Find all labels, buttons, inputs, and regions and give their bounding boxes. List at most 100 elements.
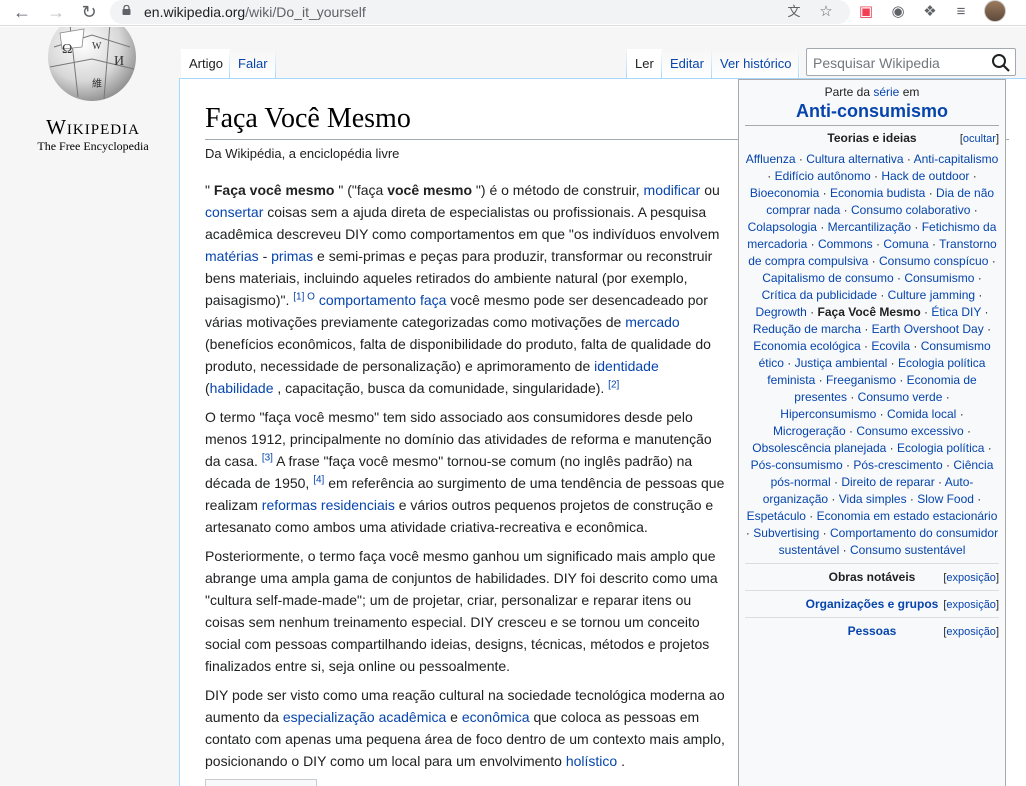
text-run: ou — [700, 182, 720, 198]
sidebar-link[interactable]: Vida simples — [839, 492, 907, 506]
sidebar-section[interactable]: Organizações e grupos [exposição] — [745, 590, 999, 613]
sidebar-link[interactable]: Consumo excessivo — [856, 424, 963, 438]
search-icon[interactable] — [991, 53, 1011, 73]
article-link[interactable]: especialização acadêmica — [283, 709, 446, 725]
tab-separator — [798, 49, 799, 79]
sidebar-link[interactable]: Capitalismo de consumo — [762, 271, 893, 285]
section-label[interactable]: Organizações e grupos — [806, 597, 939, 611]
sidebar-link[interactable]: Mercantilização — [828, 220, 911, 234]
article-link[interactable]: habilidade — [210, 380, 274, 396]
sidebar-link[interactable]: Consumo colaborativo — [851, 203, 970, 217]
article-link[interactable]: primas — [271, 248, 313, 264]
tab-editar[interactable]: Editar — [662, 49, 712, 79]
article-link[interactable]: consertar — [205, 204, 263, 220]
tab-ler[interactable]: Ler — [627, 49, 662, 79]
sidebar-link[interactable]: Affluenza — [746, 152, 796, 166]
show-toggle[interactable]: [exposição] — [943, 569, 999, 587]
sidebar-link[interactable]: Redução de marcha — [753, 322, 861, 336]
camera-icon[interactable]: ◉ — [888, 2, 908, 22]
citation-link[interactable]: [2] — [608, 379, 619, 390]
sidebar-link[interactable]: Consumismo — [904, 271, 974, 285]
tab-artigo[interactable]: Artigo — [181, 49, 231, 79]
tab-ver-historico[interactable]: Ver histórico — [712, 49, 800, 79]
article-link[interactable]: econômica — [462, 709, 530, 725]
sidebar-link[interactable]: Cultura alternativa — [806, 152, 903, 166]
sidebar-link[interactable]: Edifício autônomo — [775, 169, 871, 183]
sidebar-link[interactable]: Slow Food — [917, 492, 974, 506]
show-toggle-label[interactable]: exposição — [946, 572, 996, 584]
sidebar-link[interactable]: Earth Overshoot Day — [872, 322, 984, 336]
list-separator: · — [981, 305, 989, 319]
sidebar-link[interactable]: Freeganismo — [826, 373, 896, 387]
citation-link[interactable]: [4] — [313, 474, 324, 485]
sidebar-link[interactable]: Direito de reparar — [841, 475, 934, 489]
address-bar[interactable]: en.wikipedia.org/wiki/Do_it_yourself 文 ☆ — [110, 0, 850, 24]
sidebar-link[interactable]: Ética DIY — [931, 305, 981, 319]
article-link[interactable]: reformas residenciais — [262, 497, 395, 513]
sidebar-section[interactable]: Obras notáveis [exposição] — [745, 563, 999, 586]
sidebar-link[interactable]: Ecovila — [871, 339, 910, 353]
text-run: . — [617, 753, 625, 769]
sidebar-link[interactable]: Crítica da publicidade — [762, 288, 877, 302]
hide-toggle[interactable]: [ocultar] — [960, 130, 999, 148]
forward-arrow-icon[interactable]: → — [44, 0, 68, 24]
tab-falar[interactable]: Falar — [230, 49, 276, 79]
text-run: - — [258, 248, 272, 264]
sidebar-link[interactable]: Justiça ambiental — [795, 356, 888, 370]
translate-icon[interactable]: 文 — [784, 2, 804, 22]
back-arrow-icon[interactable]: ← — [10, 0, 34, 24]
sidebar-link[interactable]: Consumo conspícuo — [879, 254, 988, 268]
extension-pocket-icon[interactable]: ▣ — [856, 2, 876, 22]
article-link[interactable]: holístico — [566, 753, 617, 769]
sidebar-link[interactable]: Microgeração — [773, 424, 846, 438]
sidebar-link[interactable]: Pós-crescimento — [853, 458, 942, 472]
sidebar-title[interactable]: Anti-consumismo — [745, 99, 999, 126]
sidebar-link[interactable]: Hack de outdoor — [881, 169, 969, 183]
sidebar-link[interactable]: Espetáculo — [747, 509, 806, 523]
hide-toggle-label[interactable]: ocultar — [963, 133, 996, 145]
article-link[interactable]: mercado — [625, 314, 679, 330]
sidebar-section[interactable]: Pessoas [exposição] — [745, 617, 999, 640]
article-link[interactable]: modificar — [644, 182, 701, 198]
sidebar-link[interactable]: Obsolescência planejada — [752, 441, 886, 455]
sidebar-link[interactable]: Ecologia política — [897, 441, 984, 455]
reload-icon[interactable]: ↻ — [77, 0, 101, 24]
sidebar-link[interactable]: Economia budista — [830, 186, 925, 200]
profile-avatar[interactable] — [984, 0, 1006, 22]
series-link[interactable]: série — [873, 85, 899, 99]
sidebar-link[interactable]: Comida local — [887, 407, 956, 421]
article-link[interactable]: comportamento faça — [319, 292, 447, 308]
sidebar-link[interactable]: Anti-capitalismo — [914, 152, 999, 166]
sidebar-link[interactable]: Bioeconomia — [750, 186, 819, 200]
sidebar-link[interactable]: Culture jamming — [888, 288, 975, 302]
extensions-puzzle-icon[interactable]: ❖ — [920, 2, 940, 22]
citation-link[interactable]: [3] — [262, 452, 273, 463]
bookmark-star-icon[interactable]: ☆ — [816, 2, 836, 22]
media-control-icon[interactable]: ≡ — [951, 2, 971, 22]
search-input[interactable] — [813, 53, 983, 73]
sidebar-link[interactable]: Consumo verde — [858, 390, 943, 404]
sidebar-link[interactable]: Pós-consumismo — [751, 458, 843, 472]
sidebar-link[interactable]: Degrowth — [755, 305, 806, 319]
sidebar-link[interactable]: Commons — [818, 237, 873, 251]
show-toggle-label[interactable]: exposição — [946, 626, 996, 638]
article-link[interactable]: matérias — [205, 248, 259, 264]
show-toggle-label[interactable]: exposição — [946, 599, 996, 611]
svg-text:W: W — [92, 41, 102, 52]
section-label[interactable]: Pessoas — [848, 624, 897, 638]
sidebar-link[interactable]: Economia ecológica — [753, 339, 860, 353]
sidebar-link[interactable]: Subvertising — [753, 526, 819, 540]
wikipedia-logo[interactable]: Ω И W 維 Wikipedia The Free Encyclopedia — [18, 27, 168, 157]
sidebar-link[interactable]: Hiperconsumismo — [780, 407, 876, 421]
show-toggle[interactable]: [exposição] — [943, 623, 999, 641]
sidebar-link[interactable]: Consumo sustentável — [850, 543, 965, 557]
image-thumbnail[interactable] — [205, 779, 317, 786]
search-box[interactable] — [806, 48, 1016, 76]
show-toggle[interactable]: [exposição] — [943, 596, 999, 614]
citation-link[interactable]: [1] O — [293, 291, 315, 302]
sidebar-link[interactable]: Colapsologia — [748, 220, 817, 234]
sidebar-link[interactable]: Economia em estado estacionário — [817, 509, 998, 523]
article-link[interactable]: identidade — [594, 358, 659, 374]
sidebar-link[interactable]: Comuna — [883, 237, 928, 251]
list-separator: · — [973, 492, 982, 506]
